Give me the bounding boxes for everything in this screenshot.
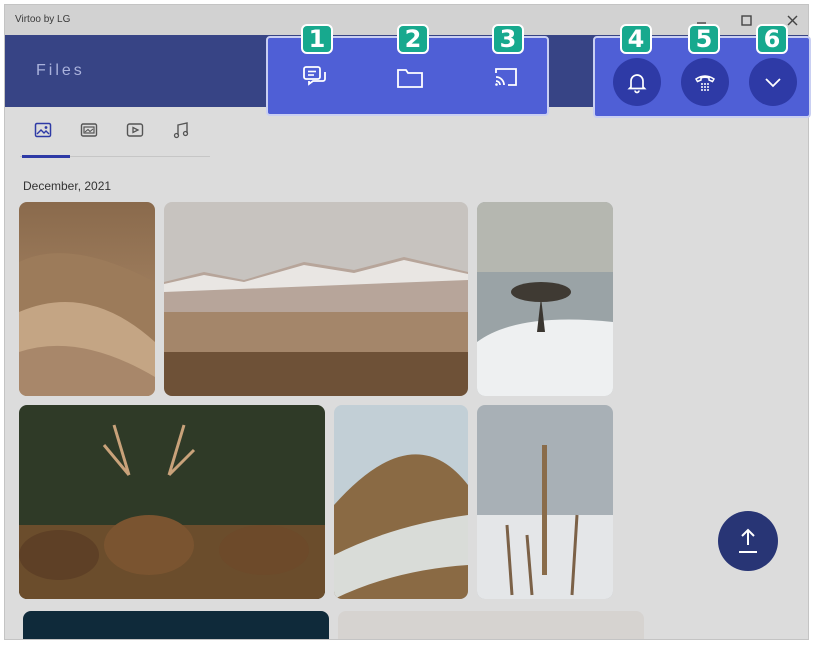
bell-icon [627, 74, 647, 94]
media-tabs [20, 115, 210, 161]
tab-images[interactable] [26, 115, 60, 149]
files-button[interactable] [395, 62, 425, 92]
folder-icon [397, 69, 423, 88]
chat-icon [303, 66, 326, 86]
callout-badge-2: 2 [397, 24, 429, 54]
photo-thumbnail-partial[interactable] [338, 611, 644, 639]
snowy-mountain-plains-photo[interactable] [164, 202, 468, 396]
tab-albums[interactable] [72, 115, 106, 149]
callout-badge-5: 5 [688, 24, 720, 54]
chat-button[interactable] [301, 62, 331, 92]
callout-badge-1: 1 [301, 24, 333, 54]
callout-badge-6: 6 [756, 24, 788, 54]
more-options-button[interactable] [749, 58, 797, 106]
photo-album-icon [80, 123, 98, 137]
notifications-button[interactable] [613, 58, 661, 106]
cast-button[interactable] [491, 62, 521, 92]
callout-badge-3: 3 [492, 24, 524, 54]
photo-thumbnail-partial[interactable] [23, 611, 329, 639]
image-icon [34, 122, 52, 138]
section-date: December, 2021 [23, 179, 112, 193]
video-icon [126, 123, 144, 137]
hill-road-photo[interactable] [334, 405, 468, 599]
phone-icon [694, 75, 716, 91]
desert-dunes-photo[interactable] [19, 202, 155, 396]
upload-button[interactable] [718, 511, 778, 571]
deer-herd-photo[interactable] [19, 405, 325, 599]
app-title: Virtoo by LG [15, 14, 71, 25]
upload-arrow-icon [739, 528, 757, 553]
page-title: Files [36, 62, 85, 79]
cast-icon [495, 68, 517, 86]
tab-music[interactable] [164, 115, 198, 149]
chevron-down-icon [765, 78, 781, 88]
callout-badge-4: 4 [620, 24, 652, 54]
phone-button[interactable] [681, 58, 729, 106]
maximize-icon [741, 15, 752, 26]
maximize-button[interactable] [736, 10, 758, 30]
lone-tree-snow-photo[interactable] [477, 202, 613, 396]
active-tab-indicator [22, 155, 70, 158]
music-icon [173, 122, 189, 139]
frosted-grass-photo[interactable] [477, 405, 613, 599]
tab-videos[interactable] [118, 115, 152, 149]
